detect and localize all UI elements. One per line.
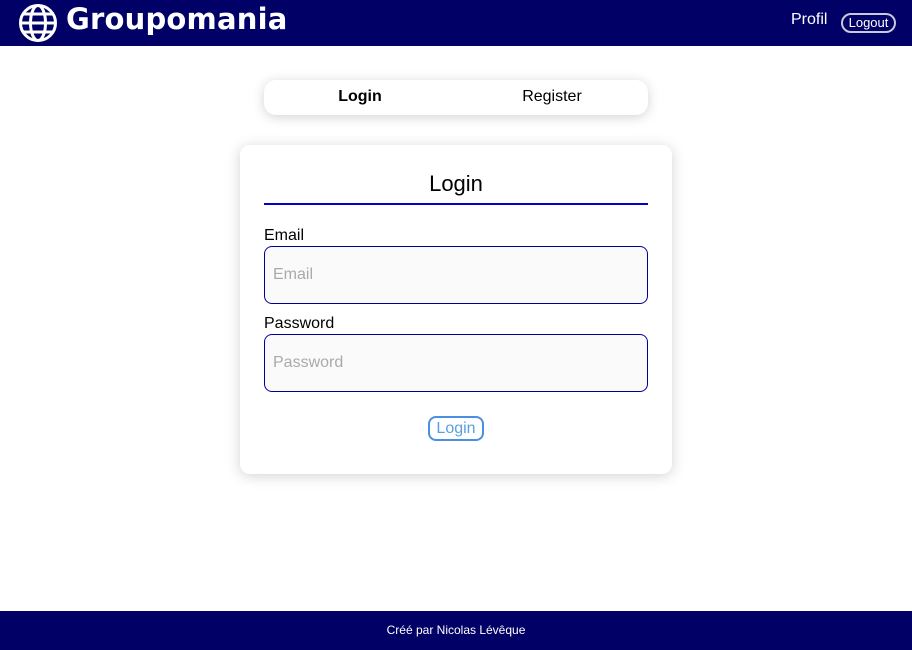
profil-link[interactable]: Profil xyxy=(791,11,827,29)
password-input[interactable] xyxy=(264,334,648,392)
globe-icon xyxy=(19,4,57,42)
top-navbar: Groupomania Profil Logout xyxy=(0,0,912,46)
tab-register[interactable]: Register xyxy=(496,80,608,115)
form-title: Login xyxy=(264,169,648,205)
brand-logo[interactable]: Groupomania xyxy=(18,0,288,46)
password-label: Password xyxy=(264,315,335,332)
tab-login[interactable]: Login xyxy=(304,80,416,115)
logout-button[interactable]: Logout xyxy=(841,13,896,33)
login-form: Login Email Password Login xyxy=(240,145,672,474)
email-label: Email xyxy=(264,227,305,244)
email-input[interactable] xyxy=(264,246,648,304)
auth-tabs: Login Register xyxy=(264,80,648,115)
login-submit-button[interactable]: Login xyxy=(428,416,484,441)
footer: Créé par Nicolas Lévêque xyxy=(0,611,912,650)
footer-credit: Créé par Nicolas Lévêque xyxy=(386,623,526,637)
brand-name: Groupomania xyxy=(66,2,288,36)
page: Groupomania Profil Logout Login Register… xyxy=(0,0,912,650)
